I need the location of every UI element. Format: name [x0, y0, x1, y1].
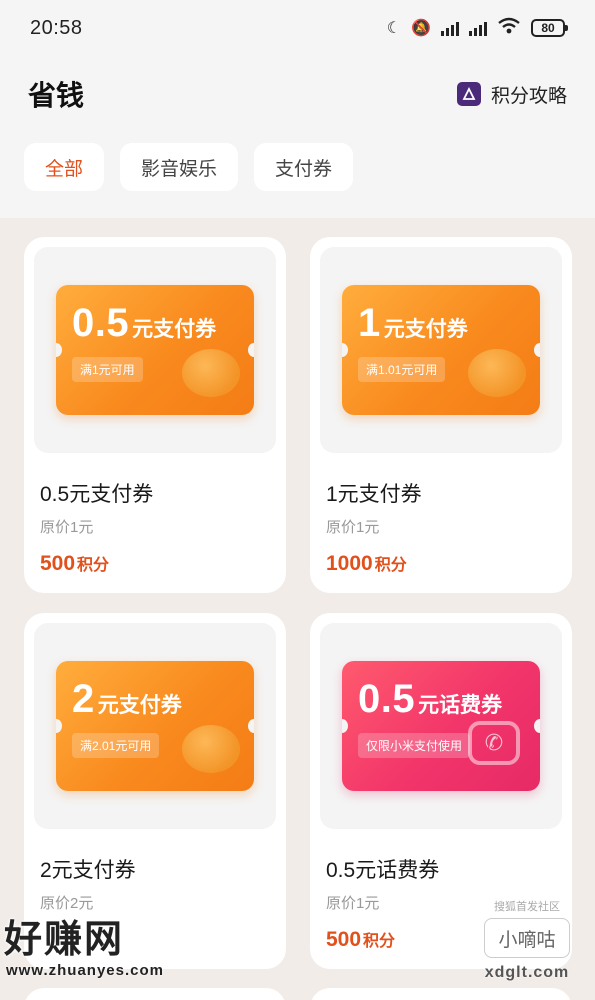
battery-icon: 80 — [531, 19, 568, 37]
original-price: 原价1元 — [326, 519, 380, 536]
watermark-url: xdglt.com — [484, 964, 570, 981]
coupon-card[interactable]: 2 元支付券 满2.01元可用 2元支付券 原价2元 — [24, 613, 286, 969]
coupon-condition: 满1元可用 — [72, 357, 143, 382]
tab-all[interactable]: 全部 — [24, 143, 105, 191]
coupon-ticket: 0.5 元支付券 满1元可用 — [56, 285, 254, 415]
phone-icon: ✆ — [468, 721, 520, 765]
original-price: 原价2元 — [40, 895, 94, 912]
tab-entertainment[interactable]: 影音娱乐 — [120, 143, 239, 191]
coupon-image: 2 元支付券 满2.01元可用 — [34, 623, 276, 829]
coin-icon — [182, 725, 240, 773]
coupon-unit: 元支付券 — [132, 318, 217, 341]
coupon-unit: 元支付券 — [97, 694, 182, 717]
price-unit: 积分 — [77, 557, 110, 574]
mute-icon: 🔕 — [411, 20, 431, 37]
coupon-ticket: 2 元支付券 满2.01元可用 — [56, 661, 254, 791]
coupon-ticket: 0.5 元话费券 仅限小米支付使用 ✆ — [342, 661, 540, 791]
coupon-condition: 满1.01元可用 — [358, 357, 446, 382]
coupon-amount: 1 — [358, 301, 381, 345]
card-name: 1元支付券 — [326, 483, 422, 506]
coupon-amount: 0.5 — [358, 677, 416, 721]
watermark-text: 好赚网 — [4, 919, 125, 961]
coupon-card[interactable]: 1 元支付券 满1.01元可用 1元支付券 原价1元 1000 积分 — [310, 237, 572, 593]
watermark-logo-right: 搜狐首发社区 小嘀咕 xdglt.com — [477, 898, 577, 982]
status-icons: ☾ 🔕 80 — [386, 17, 568, 40]
coupon-image: 1 元支付券 满1.01元可用 — [320, 247, 562, 453]
watermark-badge: 小嘀咕 — [484, 918, 570, 958]
points-guide-label: 积分攻略 — [490, 85, 567, 107]
signal-icon — [441, 20, 459, 36]
book-icon — [456, 82, 481, 106]
coin-icon — [182, 349, 240, 397]
category-tabs: 全部 影音娱乐 支付券 — [24, 143, 354, 191]
watermark-url: www.zhuanyes.com — [6, 962, 164, 979]
signal-icon-2 — [469, 20, 487, 36]
original-price: 原价1元 — [40, 519, 94, 536]
coupon-unit: 元支付券 — [383, 318, 468, 341]
moon-icon: ☾ — [386, 20, 402, 37]
card-name: 0.5元支付券 — [40, 483, 154, 506]
wifi-icon — [497, 17, 521, 40]
watermark-caption: 搜狐首发社区 — [494, 901, 560, 913]
coupon-condition: 满2.01元可用 — [72, 733, 160, 758]
card-name: 0.5元话费券 — [326, 859, 440, 882]
coin-icon — [468, 349, 526, 397]
price-value: 1000 — [326, 552, 373, 575]
points-guide-link[interactable]: 积分攻略 — [456, 81, 567, 108]
coupon-amount: 2 — [72, 677, 95, 721]
price-value: 500 — [40, 552, 76, 575]
coupon-image: 0.5 元话费券 仅限小米支付使用 ✆ — [320, 623, 562, 829]
price-unit: 积分 — [363, 933, 396, 950]
status-bar: 20:58 ☾ 🔕 80 — [0, 0, 595, 56]
coupon-image: 0.5 元支付券 满1元可用 — [34, 247, 276, 453]
card-peek — [310, 988, 572, 1000]
coupon-card[interactable]: 0.5 元支付券 满1元可用 0.5元支付券 原价1元 500 积分 — [24, 237, 286, 593]
coupon-amount: 0.5 — [72, 301, 130, 345]
points-price: 500 积分 — [40, 551, 276, 576]
points-price: 1000 积分 — [326, 551, 562, 576]
coupon-ticket: 1 元支付券 满1.01元可用 — [342, 285, 540, 415]
coupon-condition: 仅限小米支付使用 — [358, 733, 471, 758]
tab-payment-coupons[interactable]: 支付券 — [254, 143, 354, 191]
price-value: 500 — [326, 928, 362, 951]
page-title: 省钱 — [28, 80, 85, 111]
price-unit: 积分 — [374, 557, 407, 574]
status-time: 20:58 — [30, 16, 83, 39]
card-name: 2元支付券 — [40, 859, 136, 882]
coupon-unit: 元话费券 — [418, 694, 503, 717]
header: 省钱 积分攻略 — [0, 66, 595, 122]
watermark-logo-left: 好赚网 www.zhuanyes.com — [0, 918, 200, 990]
